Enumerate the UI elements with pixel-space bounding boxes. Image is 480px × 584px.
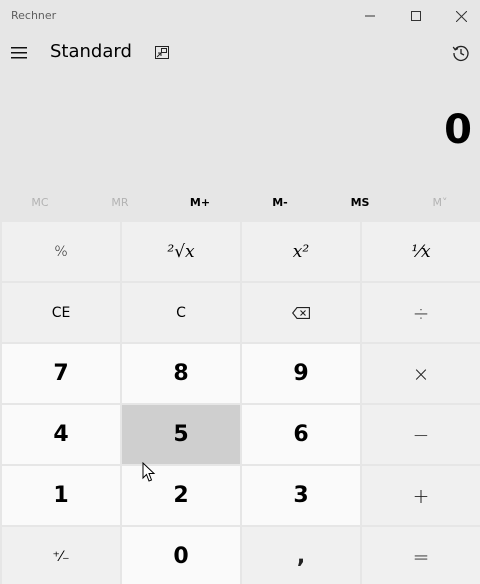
square-label: x² xyxy=(292,241,310,262)
memory-row: MC MR M+ M- MS M˅ xyxy=(0,192,480,214)
memory-list-button[interactable]: M˅ xyxy=(400,192,480,214)
digit-9-button[interactable]: 9 xyxy=(242,344,360,403)
clear-entry-label: CE xyxy=(51,304,71,321)
digit-5-button[interactable]: 5 xyxy=(122,405,240,464)
memory-store-button[interactable]: MS xyxy=(320,192,400,214)
multiply-button[interactable]: × xyxy=(362,344,480,403)
reciprocal-label: ⅟x xyxy=(411,241,431,262)
maximize-icon xyxy=(411,11,421,21)
minimize-button[interactable] xyxy=(347,0,393,32)
digit-0-button[interactable]: 0 xyxy=(122,527,240,584)
history-icon xyxy=(452,45,469,62)
hamburger-icon xyxy=(11,47,27,59)
divide-button[interactable]: ÷ xyxy=(362,283,480,342)
plus-label: + xyxy=(412,483,430,508)
keep-on-top-icon xyxy=(155,45,169,59)
decimal-label: , xyxy=(296,544,306,569)
mouse-cursor-icon xyxy=(142,462,156,482)
clear-button[interactable]: C xyxy=(122,283,240,342)
keep-on-top-button[interactable] xyxy=(150,40,174,64)
history-button[interactable] xyxy=(446,38,476,68)
plus-button[interactable]: + xyxy=(362,466,480,525)
digit-4-button[interactable]: 4 xyxy=(2,405,120,464)
percent-button[interactable]: % xyxy=(2,222,120,281)
close-icon xyxy=(455,10,467,22)
maximize-button[interactable] xyxy=(393,0,439,32)
square-root-label: ²√x xyxy=(167,241,195,262)
digit-2-button[interactable]: 2 xyxy=(122,466,240,525)
backspace-button[interactable] xyxy=(242,283,360,342)
minus-label: − xyxy=(412,422,430,447)
reciprocal-button[interactable]: ⅟x xyxy=(362,222,480,281)
window-title: Rechner xyxy=(11,9,57,22)
clear-entry-button[interactable]: CE xyxy=(2,283,120,342)
digit-7-button[interactable]: 7 xyxy=(2,344,120,403)
mode-title: Standard xyxy=(50,41,132,62)
digit-8-button[interactable]: 8 xyxy=(122,344,240,403)
equals-label: = xyxy=(412,544,430,569)
clear-label: C xyxy=(176,304,186,321)
negate-label: ⁺⁄₋ xyxy=(52,548,70,565)
digit-6-button[interactable]: 6 xyxy=(242,405,360,464)
decimal-button[interactable]: , xyxy=(242,527,360,584)
keypad: % ²√x x² ⅟x CE C ÷ 7 8 9 × 4 5 6 − 1 2 3… xyxy=(2,222,480,584)
memory-clear-button[interactable]: MC xyxy=(0,192,80,214)
equals-button[interactable]: = xyxy=(362,527,480,584)
memory-subtract-button[interactable]: M- xyxy=(240,192,320,214)
minimize-icon xyxy=(365,15,375,17)
digit-1-button[interactable]: 1 xyxy=(2,466,120,525)
minus-button[interactable]: − xyxy=(362,405,480,464)
navigation-menu-button[interactable] xyxy=(0,32,38,74)
app-header: Standard xyxy=(0,32,480,74)
digit-3-button[interactable]: 3 xyxy=(242,466,360,525)
backspace-icon xyxy=(292,306,310,319)
memory-recall-button[interactable]: MR xyxy=(80,192,160,214)
square-button[interactable]: x² xyxy=(242,222,360,281)
title-bar: Rechner xyxy=(0,0,480,32)
close-button[interactable] xyxy=(438,0,480,32)
divide-label: ÷ xyxy=(412,300,430,325)
result-display: 0 xyxy=(444,107,472,153)
multiply-label: × xyxy=(412,361,430,386)
memory-add-button[interactable]: M+ xyxy=(160,192,240,214)
percent-label: % xyxy=(54,243,68,260)
negate-button[interactable]: ⁺⁄₋ xyxy=(2,527,120,584)
square-root-button[interactable]: ²√x xyxy=(122,222,240,281)
